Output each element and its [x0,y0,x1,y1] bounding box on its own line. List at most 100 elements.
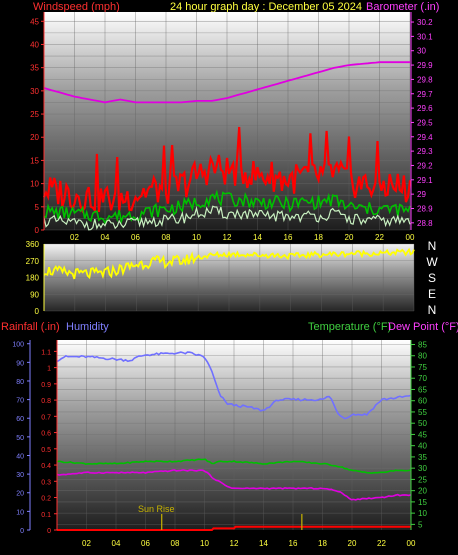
compass-label-w: W [426,255,438,269]
x-tick-label: 22 [377,539,386,548]
direction-tick-label: 0 [35,307,40,316]
x-tick-label: 16 [284,233,293,242]
windspeed-tick-label: 5 [35,203,40,212]
x-tick-label: 20 [345,233,354,242]
windspeed-tick-label: 45 [30,17,39,26]
barometer-tick-label: 29.5 [417,118,433,127]
x-tick-label: 02 [82,539,91,548]
x-tick-label: 06 [141,539,150,548]
rainfall-tick-label: 0.8 [41,398,51,405]
x-tick-label: 14 [253,233,262,242]
windspeed-tick-label: 40 [30,40,39,49]
rainfall-tick-label: 0.6 [41,431,51,438]
x-tick-label: 16 [289,539,298,548]
windspeed-tick-label: 35 [30,64,39,73]
windspeed-tick-label: 15 [30,156,39,165]
temperature-tick-label: 55 [418,408,427,417]
humidity-tick-label: 30 [16,472,24,479]
rainfall-tick-label: 0.2 [41,496,51,503]
barometer-tick-label: 28.9 [417,204,433,213]
windspeed-tick-label: 25 [30,110,39,119]
humidity-tick-label: 70 [16,398,24,405]
humidity-tick-label: 60 [16,416,24,423]
wind-direction-axes: 0 90 180 270 360 [26,240,45,316]
temperature-tick-label: 40 [418,442,427,451]
temperature-tick-label: 10 [418,509,427,518]
barometer-tick-label: 30 [417,47,426,56]
compass-label-n-bottom: N [428,303,437,317]
direction-tick-label: 270 [26,257,40,266]
barometer-tick-label: 30.2 [417,18,433,27]
barometer-tick-label: 29.1 [417,176,433,185]
x-tick-label: 12 [223,233,232,242]
compass-label-e: E [428,287,436,301]
rainfall-tick-label: 1.1 [41,349,51,356]
x-tick-label: 20 [348,539,357,548]
temperature-tick-label: 85 [418,340,427,349]
humidity-tick-label: 100 [12,342,24,349]
windspeed-tick-label: 20 [30,133,39,142]
barometer-tick-label: 29.6 [417,104,433,113]
dewpoint-axis-label: Dew Point (°F) [388,321,458,333]
x-tick-label: 00 [407,539,416,548]
humidity-tick-label: 0 [20,528,24,535]
windspeed-axis-label: Windspeed (mph) [33,1,120,13]
humidity-axis-label: Humidity [66,321,109,333]
barometer-tick-label: 29.7 [417,90,433,99]
temperature-tick-label: 35 [418,453,427,462]
x-tick-label: 22 [375,233,384,242]
barometer-tick-label: 28.8 [417,219,433,228]
temperature-tick-label: 25 [418,475,427,484]
x-tick-label: 12 [230,539,239,548]
x-tick-label: 02 [70,233,79,242]
x-tick-label: 04 [112,539,121,548]
x-tick-label: 14 [259,539,268,548]
x-tick-label: 06 [131,233,140,242]
x-tick-label: 00 [406,233,415,242]
barometer-tick-label: 29.3 [417,147,433,156]
barometer-axis-label: Barometer (.in) [366,1,439,13]
humidity-tick-label: 50 [16,435,24,442]
x-tick-label: 08 [162,233,171,242]
humidity-tick-label: 80 [16,379,24,386]
temperature-tick-label: 65 [418,385,427,394]
x-tick-label: 08 [171,539,180,548]
direction-tick-label: 180 [26,274,40,283]
barometer-tick-label: 29.9 [417,61,433,70]
temperature-tick-label: 15 [418,498,427,507]
rainfall-axis-label: Rainfall (.in) [1,321,60,333]
rainfall-tick-label: 0.5 [41,447,51,454]
rainfall-tick-label: 0.9 [41,382,51,389]
temperature-tick-label: 45 [418,430,427,439]
barometer-tick-label: 29.4 [417,133,433,142]
temperature-tick-label: 5 [418,520,423,529]
compass-label-n-top: N [428,239,437,253]
x-tick-label: 10 [200,539,209,548]
rainfall-tick-label: 0 [47,528,51,535]
barometer-tick-label: 30.1 [417,32,433,41]
temperature-tick-label: 50 [418,419,427,428]
sun-rise-label: Sun Rise [138,504,175,514]
windspeed-tick-label: 0 [35,226,40,235]
humidity-tick-label: 20 [16,491,24,498]
compass-label-s: S [428,271,436,285]
chart-title: 24 hour graph day : December 05 2024 [170,1,362,13]
direction-tick-label: 90 [30,290,39,299]
direction-tick-label: 360 [26,240,40,249]
x-tick-label: 04 [101,233,110,242]
humidity-tick-label: 10 [16,509,24,516]
temperature-tick-label: 70 [418,374,427,383]
temperature-axis-label: Temperature (°F) [308,321,391,333]
rainfall-tick-label: 0.1 [41,512,51,519]
barometer-tick-label: 29 [417,190,426,199]
barometer-tick-label: 29.2 [417,161,433,170]
rainfall-tick-label: 0.3 [41,479,51,486]
windspeed-tick-label: 30 [30,87,39,96]
temperature-tick-label: 75 [418,363,427,372]
weather-graph-canvas: Windspeed (mph) 24 hour graph day : Dece… [1,1,458,548]
rainfall-tick-label: 0.7 [41,414,51,421]
x-tick-label: 10 [192,233,201,242]
humidity-tick-label: 40 [16,453,24,460]
rainfall-tick-label: 1 [47,366,51,373]
x-tick-label: 18 [318,539,327,548]
